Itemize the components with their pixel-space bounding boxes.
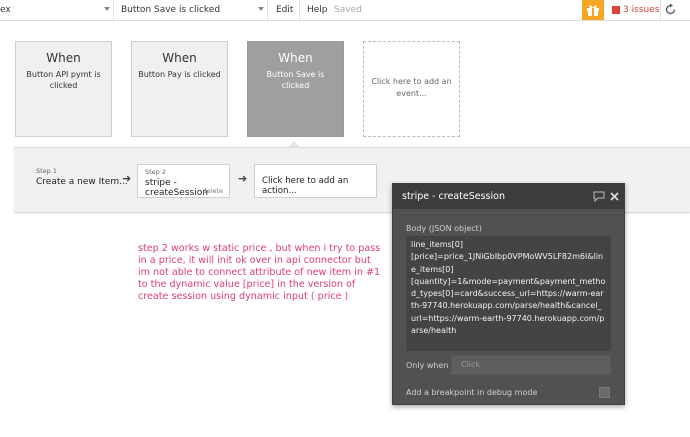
step-number: Step 1 <box>36 167 58 175</box>
issues-indicator[interactable]: 3 issues <box>612 0 659 20</box>
event-selector-value[interactable]: Button Save is clicked <box>121 0 220 20</box>
event-dropdown-chevron-icon[interactable] <box>258 7 264 11</box>
page-dropdown-chevron-icon[interactable] <box>104 7 110 11</box>
step-number: Step 2 <box>145 168 167 176</box>
close-icon[interactable] <box>610 192 619 201</box>
event-card-save-selected[interactable]: When Button Save is clicked <box>247 41 344 137</box>
step-arrow-icon: ➜ <box>238 172 248 185</box>
toolbar-divider <box>267 0 268 20</box>
action-properties-panel: stripe - createSession Body (JSON object… <box>392 183 625 405</box>
toolbar-divider <box>113 0 114 20</box>
step-label: Create a new Item... <box>36 177 128 187</box>
panel-header: stripe - createSession <box>393 184 624 209</box>
panel-title: stripe - createSession <box>402 191 505 202</box>
event-when-label: When <box>162 51 197 65</box>
delete-step-link[interactable]: delete <box>203 187 223 195</box>
event-when-label: When <box>46 51 81 65</box>
step-2-box[interactable]: Step 2 stripe - createSession delete <box>137 164 230 198</box>
only-when-label: Only when <box>406 361 449 370</box>
help-menu[interactable]: Help <box>307 0 328 20</box>
breakpoint-checkbox[interactable] <box>599 387 610 398</box>
step-1[interactable]: Step 1 Create a new Item... <box>36 167 128 187</box>
warning-icon <box>612 5 620 14</box>
event-description: Button API pymt is clicked <box>26 70 101 90</box>
event-when-label: When <box>278 51 313 65</box>
edit-menu[interactable]: Edit <box>276 0 293 20</box>
saved-status: Saved <box>334 5 362 15</box>
page-selector-value[interactable]: ex <box>0 0 11 20</box>
body-json-field[interactable]: line_items[0] [price]=price_1JNiGbIbp0VP… <box>406 236 611 351</box>
event-description: Button Pay is clicked <box>138 70 221 79</box>
gift-icon <box>587 5 599 16</box>
add-event-label: Click here to add an event... <box>371 77 452 98</box>
step-arrow-icon: ➜ <box>122 172 132 185</box>
toolbar-divider <box>299 0 300 20</box>
event-description: Button Save is clicked <box>266 70 325 90</box>
add-event-card[interactable]: Click here to add an event... <box>363 41 460 137</box>
event-card-pay[interactable]: When Button Pay is clicked <box>131 41 228 137</box>
add-action-label: Click here to add an action... <box>262 176 349 196</box>
refresh-icon[interactable] <box>664 3 677 16</box>
breakpoint-label: Add a breakpoint in debug mode <box>406 388 538 397</box>
gift-button[interactable] <box>582 0 604 20</box>
annotation-note: step 2 works w static price , but when i… <box>138 243 381 302</box>
top-toolbar: ex Button Save is clicked Edit Help Save… <box>0 0 690 21</box>
issues-count: 3 issues <box>623 5 660 15</box>
toolbar-divider <box>660 0 661 20</box>
body-label: Body (JSON object) <box>406 224 482 233</box>
event-card-api-pymt[interactable]: When Button API pymt is clicked <box>15 41 112 137</box>
only-when-input[interactable]: Click <box>451 355 611 375</box>
comment-icon[interactable] <box>593 191 605 202</box>
add-action-box[interactable]: Click here to add an action... <box>254 164 377 198</box>
